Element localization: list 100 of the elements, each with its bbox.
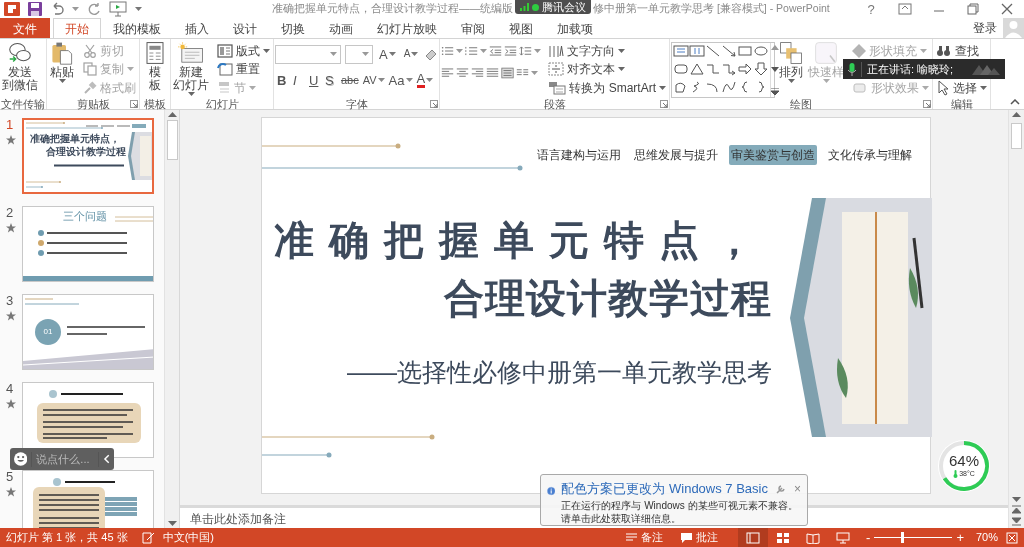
- more-icon[interactable]: [771, 88, 779, 95]
- launcher-icon[interactable]: [430, 100, 439, 109]
- align-center-icon[interactable]: [456, 67, 470, 79]
- ribbon-button[interactable]: 发送 到微信: [1, 40, 39, 92]
- align-right-icon[interactable]: [471, 67, 485, 79]
- next-slide-icon[interactable]: [1012, 517, 1021, 526]
- ribbon-button[interactable]: 新建 幻灯片: [172, 40, 210, 97]
- rounded-rectangle-icon[interactable]: [673, 62, 689, 76]
- increase-indent-icon[interactable]: [504, 45, 518, 57]
- change-case-button[interactable]: Aa: [386, 70, 415, 90]
- triangle-icon[interactable]: [689, 62, 705, 76]
- underline-button[interactable]: U: [307, 70, 323, 90]
- close-icon[interactable]: [1001, 3, 1013, 15]
- scrollbar-thumb[interactable]: [166, 120, 178, 160]
- strikethrough-button[interactable]: abc: [339, 70, 361, 90]
- font-color-button[interactable]: A: [414, 70, 436, 90]
- bold-button[interactable]: B: [275, 70, 291, 90]
- scroll-up-icon[interactable]: [771, 45, 779, 50]
- powerpoint-logo-icon[interactable]: [4, 1, 20, 17]
- file-tab[interactable]: 文件: [0, 18, 50, 38]
- freeform-icon[interactable]: [673, 80, 689, 94]
- view-button[interactable]: [738, 528, 769, 547]
- distributed-icon[interactable]: [501, 67, 515, 79]
- align-left-icon[interactable]: [441, 67, 455, 79]
- scroll-down-icon[interactable]: [1012, 497, 1021, 502]
- zoom-level[interactable]: 70%: [975, 529, 998, 546]
- language-indicator[interactable]: 中文(中国): [162, 529, 214, 546]
- chevron-left-icon[interactable]: [103, 454, 110, 464]
- bullets-icon[interactable]: [441, 45, 455, 57]
- zoom-in-button[interactable]: +: [956, 531, 964, 544]
- chat-toast[interactable]: 说点什么...: [10, 448, 114, 470]
- numbering-icon[interactable]: [465, 45, 479, 57]
- zoom-out-button[interactable]: -: [866, 531, 871, 544]
- comments-button[interactable]: 批注: [681, 532, 719, 543]
- notification-toast[interactable]: 配色方案已更改为 Windows 7 Basic × 正在运行的程序与 Windows 的某些可视元素不兼容。 请单击此处获取详细信息。: [540, 474, 808, 526]
- ribbon-button[interactable]: 版式: [215, 42, 272, 59]
- ribbon-button[interactable]: 查找: [934, 42, 989, 59]
- notification-body[interactable]: 正在运行的程序与 Windows 的某些可视元素不兼容。 请单击此处获取详细信息。: [561, 498, 801, 525]
- zoom-slider-thumb[interactable]: [900, 532, 904, 543]
- down-arrow-icon[interactable]: [753, 62, 769, 76]
- launcher-icon[interactable]: [923, 100, 931, 109]
- ribbon-tab[interactable]: 我的模板: [101, 18, 173, 38]
- ribbon-tab[interactable]: 视图: [497, 18, 545, 38]
- decrease-indent-icon[interactable]: [489, 45, 503, 57]
- redo-icon[interactable]: [87, 2, 101, 16]
- ribbon-tab[interactable]: 切换: [269, 18, 317, 38]
- ribbon-button[interactable]: 重置: [215, 60, 272, 78]
- launcher-icon[interactable]: [660, 100, 668, 109]
- smiley-icon[interactable]: [14, 452, 28, 466]
- previous-slide-icon[interactable]: [1012, 505, 1021, 514]
- line-icon[interactable]: [705, 44, 721, 58]
- arrow-icon[interactable]: [721, 44, 737, 58]
- ribbon-tab[interactable]: 设计: [221, 18, 269, 38]
- launcher-icon[interactable]: [130, 100, 138, 109]
- ribbon-button[interactable]: 排列: [777, 40, 805, 84]
- ribbon-button[interactable]: 选择: [934, 79, 989, 96]
- scroll-down-icon[interactable]: [167, 521, 177, 526]
- save-icon[interactable]: [28, 2, 42, 16]
- shadow-button[interactable]: S: [323, 70, 339, 90]
- ribbon-button[interactable]: 对齐文本: [546, 60, 668, 78]
- shrink-font-button[interactable]: A: [401, 44, 421, 64]
- ribbon-tab[interactable]: 动画: [317, 18, 365, 38]
- font-name-field[interactable]: [275, 44, 341, 64]
- oval-icon[interactable]: [753, 44, 769, 58]
- ribbon-tab[interactable]: 开始: [53, 18, 101, 38]
- curve-icon[interactable]: [721, 80, 737, 94]
- restore-icon[interactable]: [967, 3, 979, 15]
- elbow-arrow-icon[interactable]: [721, 62, 737, 76]
- spell-check-icon[interactable]: [141, 531, 155, 544]
- help-button[interactable]: ?: [854, 0, 888, 18]
- ribbon-button[interactable]: 粘贴: [48, 40, 76, 84]
- ribbon-tab[interactable]: 审阅: [449, 18, 497, 38]
- chat-input[interactable]: 说点什么...: [36, 450, 95, 468]
- ribbon-button[interactable]: 文字方向: [546, 42, 668, 59]
- meeting-badge[interactable]: 腾讯会议: [515, 0, 591, 14]
- ribbon-button[interactable]: 转换为 SmartArt: [546, 79, 668, 96]
- scrollbar-thumb[interactable]: [1011, 123, 1022, 149]
- ribbon-tab[interactable]: 加载项: [545, 18, 605, 38]
- line-spacing-icon[interactable]: [519, 45, 533, 57]
- ribbon-tab[interactable]: 幻灯片放映: [365, 18, 449, 38]
- font-size-field[interactable]: [345, 44, 373, 64]
- scroll-up-icon[interactable]: [167, 112, 177, 117]
- scroll-down-icon[interactable]: [771, 66, 779, 72]
- ribbon-display-icon[interactable]: [898, 3, 912, 15]
- fit-to-window-icon[interactable]: [1006, 531, 1018, 544]
- character-spacing-button[interactable]: AV: [360, 70, 387, 90]
- ribbon-tab[interactable]: 插入: [173, 18, 221, 38]
- italic-button[interactable]: I: [291, 70, 307, 90]
- eraser-icon[interactable]: [424, 47, 439, 61]
- slide-thumbnail[interactable]: 三个问题: [22, 206, 154, 282]
- collapse-ribbon-icon[interactable]: [1010, 99, 1020, 105]
- arc-icon[interactable]: [705, 80, 721, 94]
- justify-icon[interactable]: [486, 67, 500, 79]
- wrench-icon[interactable]: [776, 483, 786, 494]
- grow-font-button[interactable]: A: [377, 44, 398, 64]
- presentation-icon[interactable]: [109, 1, 127, 17]
- notes-button[interactable]: 备注: [626, 532, 664, 543]
- right-arrow-icon[interactable]: [737, 62, 753, 76]
- scroll-up-icon[interactable]: [1012, 112, 1021, 117]
- ribbon-button[interactable]: 模 板: [141, 40, 169, 92]
